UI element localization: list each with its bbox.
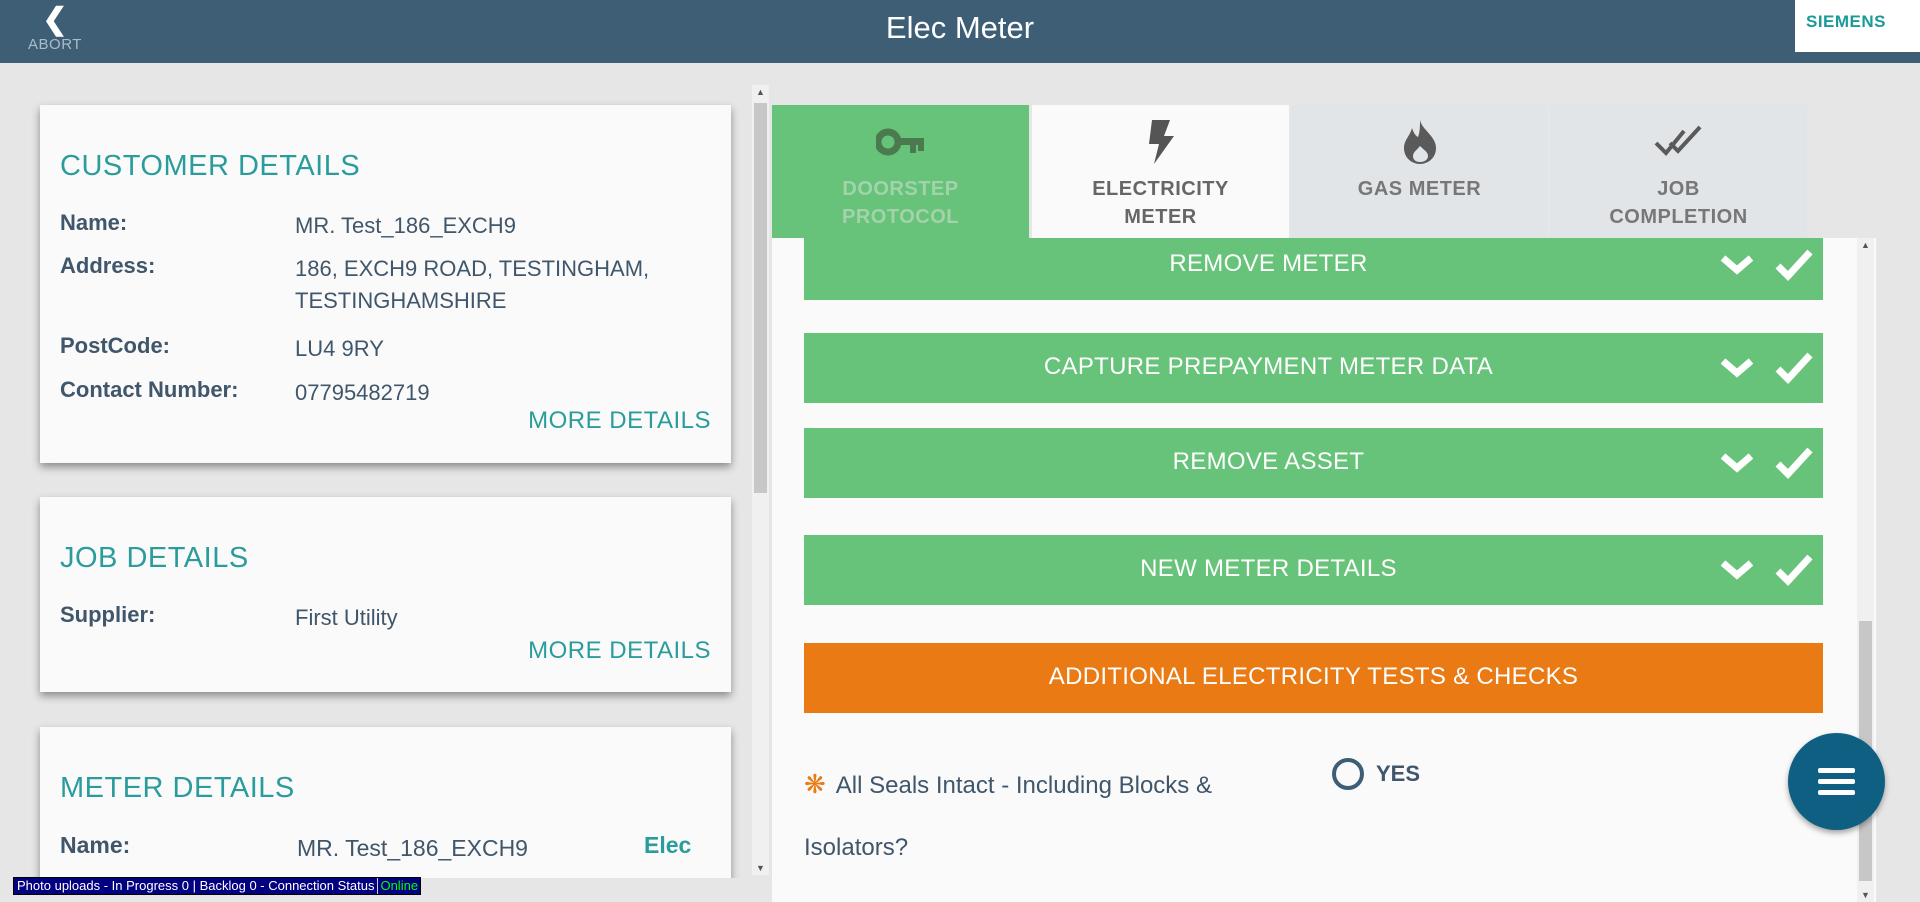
status-text: Photo uploads - In Progress 0 | Backlog …: [14, 878, 378, 894]
section-remove-meter[interactable]: REMOVE METER: [804, 238, 1823, 300]
seals-intact-question: ❋ All Seals Intact - Including Blocks & I…: [804, 753, 1264, 879]
page-title: Elec Meter: [885, 10, 1035, 45]
check-icon: [1775, 554, 1813, 587]
section-remove-asset[interactable]: REMOVE ASSET: [804, 428, 1823, 498]
chevron-down-icon: [1720, 255, 1754, 275]
supplier-value: First Utility: [295, 605, 398, 630]
scroll-up-icon[interactable]: ▲: [1857, 238, 1874, 252]
yes-radio[interactable]: YES: [1332, 758, 1420, 790]
section-new-meter-details[interactable]: NEW METER DETAILS: [804, 535, 1823, 605]
scroll-down-icon[interactable]: ▼: [1857, 888, 1874, 902]
section-additional-electricity-tests[interactable]: ADDITIONAL ELECTRICITY TESTS & CHECKS: [804, 643, 1823, 713]
hamburger-icon: [1818, 768, 1855, 773]
section-capture-prepayment[interactable]: CAPTURE PREPAYMENT METER DATA: [804, 333, 1823, 403]
meter-details-heading: METER DETAILS: [60, 772, 295, 804]
scroll-down-icon[interactable]: ▼: [752, 861, 769, 875]
tab-label-line2: METER: [1124, 206, 1197, 228]
tab-label-line1: ELECTRICITY: [1092, 178, 1229, 200]
meter-details-card: METER DETAILS Name: MR. Test_186_EXCH9 E…: [40, 727, 731, 878]
steps-panel: REMOVE METER CAPTURE PREPAYMENT METER DA…: [772, 238, 1876, 902]
chevron-down-icon: [1720, 358, 1754, 378]
tab-electricity-meter[interactable]: ELECTRICITY METER: [1032, 105, 1289, 238]
contact-value: 07795482719: [295, 380, 430, 405]
scroll-up-icon[interactable]: ▲: [752, 85, 769, 99]
step-tabs: DOORSTEP PROTOCOL ELECTRICITY METER GAS …: [772, 105, 1808, 238]
section-label: REMOVE METER: [1169, 250, 1368, 277]
siemens-logo: SIEMENS: [1795, 0, 1920, 58]
yes-label: YES: [1376, 761, 1421, 786]
customer-details-card: CUSTOMER DETAILS Name: MR. Test_186_EXCH…: [40, 105, 731, 463]
tab-label-line2: PROTOCOL: [842, 206, 959, 228]
app-header: ❮ ABORT Elec Meter SIEMENS: [0, 0, 1920, 63]
section-label: CAPTURE PREPAYMENT METER DATA: [1043, 353, 1494, 380]
connection-status: Online: [377, 878, 421, 894]
tab-label-line2: COMPLETION: [1609, 206, 1748, 228]
check-icon: [1775, 352, 1813, 385]
key-icon: [772, 119, 1029, 165]
chevron-down-icon: [1720, 453, 1754, 473]
check-icon: [1775, 249, 1813, 282]
flame-icon: [1291, 119, 1548, 165]
chevron-down-icon: [1720, 560, 1754, 580]
job-more-details-link[interactable]: MORE DETAILS: [528, 637, 711, 665]
tab-doorstep-protocol[interactable]: DOORSTEP PROTOCOL: [772, 105, 1029, 238]
tab-label-line1: JOB: [1657, 178, 1700, 200]
question-text: All Seals Intact - Including Blocks & Is…: [804, 772, 1212, 861]
menu-fab-button[interactable]: [1788, 733, 1885, 830]
tab-gas-meter[interactable]: GAS METER: [1291, 105, 1548, 238]
meter-type-value: Elec: [644, 832, 692, 858]
tab-label-line1: GAS METER: [1357, 178, 1482, 200]
postcode-label: PostCode:: [60, 333, 170, 358]
upload-status-bar: Photo uploads - In Progress 0 | Backlog …: [13, 877, 422, 895]
customer-more-details-link[interactable]: MORE DETAILS: [528, 407, 711, 435]
postcode-value: LU4 9RY: [295, 336, 384, 361]
left-scrollbar[interactable]: ▲ ▼: [752, 85, 769, 875]
required-icon: ❋: [804, 769, 826, 799]
section-label: REMOVE ASSET: [1172, 448, 1365, 475]
customer-details-heading: CUSTOMER DETAILS: [60, 150, 361, 182]
name-value: MR. Test_186_EXCH9: [295, 213, 516, 238]
name-label: Name:: [60, 210, 128, 235]
supplier-label: Supplier:: [60, 602, 156, 627]
section-label: ADDITIONAL ELECTRICITY TESTS & CHECKS: [1048, 663, 1579, 690]
address-value: 186, EXCH9 ROAD, TESTINGHAM, TESTINGHAMS…: [295, 256, 650, 313]
job-details-card: JOB DETAILS Supplier: First Utility MORE…: [40, 497, 731, 692]
tab-job-completion[interactable]: JOB COMPLETION: [1550, 105, 1807, 238]
address-label: Address:: [60, 253, 156, 278]
meter-name-label: Name:: [60, 832, 131, 858]
job-details-heading: JOB DETAILS: [60, 542, 249, 574]
logo-text: SIEMENS: [1806, 12, 1887, 31]
left-column: CUSTOMER DETAILS Name: MR. Test_186_EXCH…: [0, 63, 765, 878]
tab-label-line1: DOORSTEP: [842, 178, 959, 200]
double-check-icon: [1550, 119, 1807, 165]
contact-label: Contact Number:: [60, 377, 239, 402]
radio-circle[interactable]: [1332, 758, 1364, 790]
lightning-icon: [1032, 119, 1289, 165]
scrollbar-thumb[interactable]: [754, 103, 767, 493]
section-label: NEW METER DETAILS: [1140, 555, 1397, 582]
check-icon: [1775, 447, 1813, 480]
